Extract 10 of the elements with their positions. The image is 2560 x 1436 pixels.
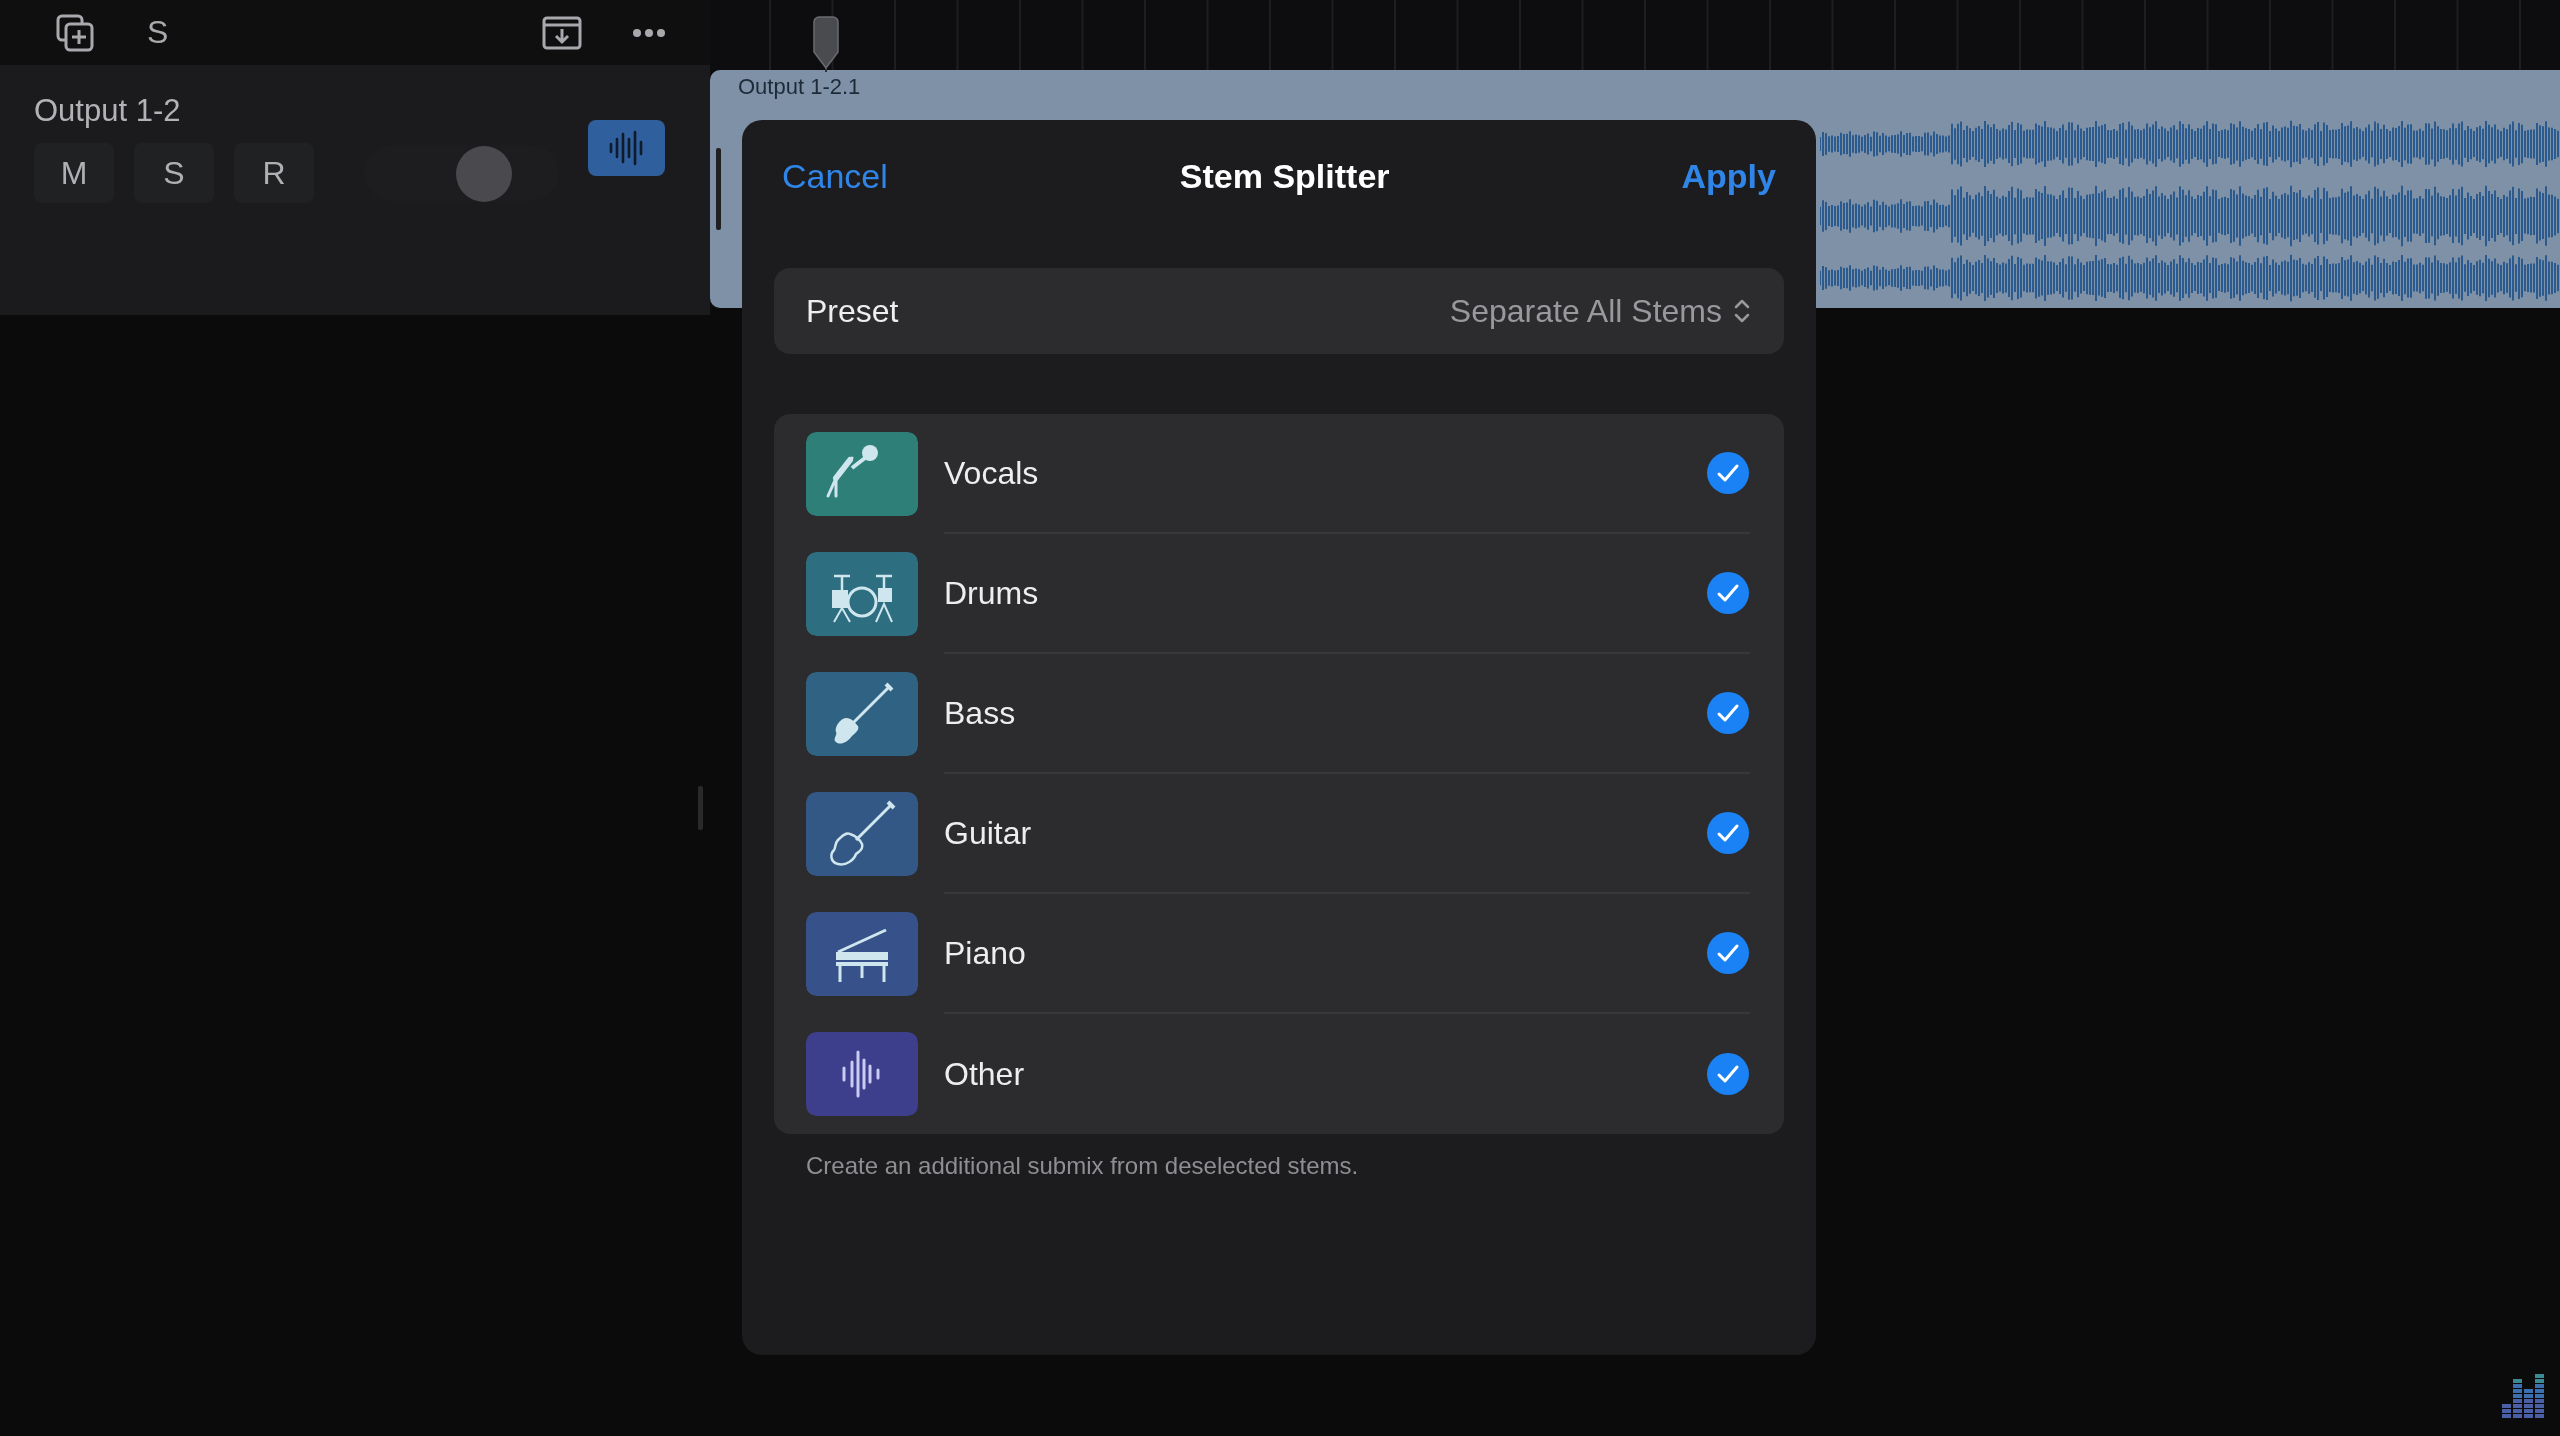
dialog-title: Stem Splitter	[1179, 156, 1390, 196]
stem-name: Guitar	[944, 814, 1033, 852]
stem-name: Piano	[944, 934, 1027, 972]
stem-name: Vocals	[944, 454, 1040, 492]
stem-name: Bass	[944, 694, 1017, 732]
footnote-text: Create an additional submix from deselected stems.	[806, 1152, 1360, 1180]
track-name: Output 1-2	[34, 93, 182, 129]
stem-name: Drums	[944, 574, 1040, 612]
region-label: Output 1-2.1	[738, 74, 861, 100]
stem-name: Other	[944, 1055, 1026, 1093]
